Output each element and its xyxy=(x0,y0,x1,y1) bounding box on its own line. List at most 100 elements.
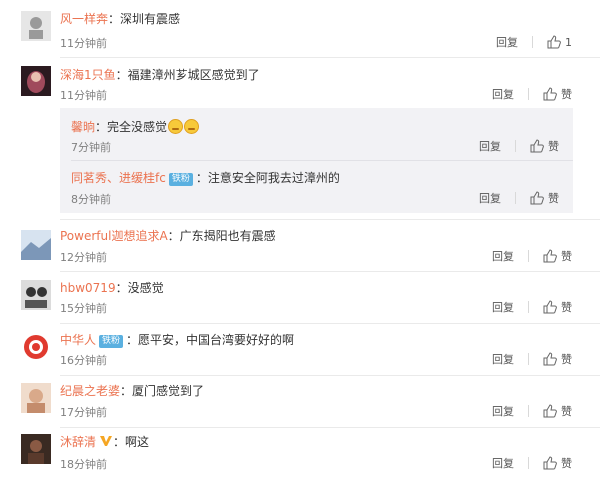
like-button[interactable]: 赞 xyxy=(543,403,572,419)
thumbs-up-icon xyxy=(543,456,557,470)
like-button[interactable]: 赞 xyxy=(543,248,572,264)
like-label: 赞 xyxy=(561,250,572,263)
timestamp: 8分钟前 xyxy=(71,193,111,206)
reply-button[interactable]: 回复 xyxy=(492,403,514,419)
comment-item: hbw0719：没感觉 15分钟前 回复 赞 xyxy=(0,272,600,324)
thumbs-up-icon xyxy=(547,35,561,49)
timestamp: 15分钟前 xyxy=(60,302,107,315)
comment-text: 愿平安，中国台湾要好好的啊 xyxy=(138,333,295,347)
like-button[interactable]: 赞 xyxy=(543,86,572,102)
comment-text: 没感觉 xyxy=(127,281,164,295)
emoji-icon xyxy=(168,119,184,134)
comment-actions: 回复 赞 xyxy=(492,299,572,315)
like-button[interactable]: 赞 xyxy=(530,190,559,206)
thumbs-up-icon xyxy=(543,404,557,418)
comment-line: 中华人 铁粉 ：愿平安，中国台湾要好好的啊 xyxy=(60,331,294,348)
like-label: 赞 xyxy=(561,405,572,418)
like-label: 赞 xyxy=(561,457,572,470)
comment-line: 沐辞清 ：啊这 xyxy=(60,433,149,450)
reply-text: 注意安全阿我去过漳州的 xyxy=(207,171,340,185)
like-button[interactable]: 赞 xyxy=(530,138,559,154)
like-label: 赞 xyxy=(561,88,572,101)
timestamp: 11分钟前 xyxy=(60,89,107,102)
reply-button[interactable]: 回复 xyxy=(492,455,514,471)
colon: ： xyxy=(126,333,139,347)
thumbs-up-icon xyxy=(543,249,557,263)
fan-badge: 铁粉 xyxy=(168,173,193,186)
colon: ： xyxy=(195,171,208,185)
divider xyxy=(515,140,516,152)
comment-item: Powerful迦想追求A：广东揭阳也有震感 12分钟前 回复 赞 xyxy=(0,220,600,272)
reply-button[interactable]: 回复 xyxy=(492,299,514,315)
like-label: 赞 xyxy=(548,192,559,205)
comment-item: 纪晨之老婆：厦门感觉到了 17分钟前 回复 赞 xyxy=(0,376,600,428)
thumbs-up-icon xyxy=(543,352,557,366)
username[interactable]: 中华人 xyxy=(60,333,96,347)
divider xyxy=(528,250,529,262)
username[interactable]: 纪晨之老婆 xyxy=(60,384,120,398)
colon: ： xyxy=(108,12,121,26)
username[interactable]: hbw0719 xyxy=(60,281,116,295)
timestamp: 16分钟前 xyxy=(60,354,107,367)
comment-text: 深圳有震感 xyxy=(120,12,181,26)
avatar[interactable] xyxy=(21,434,51,464)
thumbs-up-icon xyxy=(543,87,557,101)
username[interactable]: 风一样奔 xyxy=(60,12,108,26)
avatar[interactable] xyxy=(21,383,51,413)
avatar[interactable] xyxy=(21,280,51,310)
reply-button[interactable]: 回复 xyxy=(492,351,514,367)
divider xyxy=(528,301,529,313)
username[interactable]: 深海1只鱼 xyxy=(60,68,116,82)
comment-actions: 回复 赞 xyxy=(492,455,572,471)
reply-button[interactable]: 回复 xyxy=(479,190,501,206)
comment-actions: 回复 赞 xyxy=(492,403,572,419)
username[interactable]: 馨晌 xyxy=(71,120,95,134)
divider xyxy=(528,88,529,100)
divider xyxy=(515,192,516,204)
reply-button[interactable]: 回复 xyxy=(496,34,518,50)
colon: ： xyxy=(115,68,128,82)
timestamp: 18分钟前 xyxy=(60,458,107,471)
timestamp: 12分钟前 xyxy=(60,251,107,264)
emoji-icon xyxy=(184,119,200,134)
like-label: 赞 xyxy=(561,301,572,314)
like-label: 赞 xyxy=(561,353,572,366)
comment-actions: 回复 赞 xyxy=(492,86,572,102)
colon: ： xyxy=(167,229,180,243)
divider xyxy=(532,36,533,48)
username[interactable]: 同茗秀、进缓桂fc xyxy=(71,171,166,185)
avatar[interactable] xyxy=(21,332,51,362)
colon: ： xyxy=(120,384,133,398)
sub-reply-line: 馨晌：完全没感觉 xyxy=(71,118,200,135)
verified-v-icon xyxy=(100,436,113,446)
like-label: 赞 xyxy=(548,140,559,153)
reply-button[interactable]: 回复 xyxy=(492,248,514,264)
sub-reply-item: 同茗秀、进缓桂fc 铁粉 ：注意安全阿我去过漳州的 8分钟前 回复 赞 xyxy=(60,161,573,213)
username[interactable]: Powerful迦想追求A xyxy=(60,229,168,243)
colon: ： xyxy=(115,281,128,295)
comment-text: 厦门感觉到了 xyxy=(132,384,205,398)
colon: ： xyxy=(95,120,108,134)
comment-text: 啊这 xyxy=(125,435,150,449)
avatar[interactable] xyxy=(21,11,51,41)
like-button[interactable]: 赞 xyxy=(543,455,572,471)
comment-item: 风一样奔：深圳有震感 11分钟前 回复 1 xyxy=(0,0,600,58)
divider xyxy=(528,353,529,365)
comment-line: 纪晨之老婆：厦门感觉到了 xyxy=(60,382,204,399)
thumbs-up-icon xyxy=(543,300,557,314)
reply-button[interactable]: 回复 xyxy=(492,86,514,102)
timestamp: 17分钟前 xyxy=(60,406,107,419)
comment-actions: 回复 赞 xyxy=(492,248,572,264)
comment-text: 广东揭阳也有震感 xyxy=(179,229,276,243)
divider xyxy=(528,405,529,417)
divider xyxy=(528,457,529,469)
avatar[interactable] xyxy=(21,66,51,96)
avatar[interactable] xyxy=(21,230,51,260)
like-button[interactable]: 赞 xyxy=(543,351,572,367)
reply-text: 完全没感觉 xyxy=(107,120,168,134)
like-button[interactable]: 赞 xyxy=(543,299,572,315)
username[interactable]: 沐辞清 xyxy=(60,435,96,449)
like-button[interactable]: 1 xyxy=(547,35,572,49)
comment-actions: 回复 赞 xyxy=(492,351,572,367)
reply-button[interactable]: 回复 xyxy=(479,138,501,154)
